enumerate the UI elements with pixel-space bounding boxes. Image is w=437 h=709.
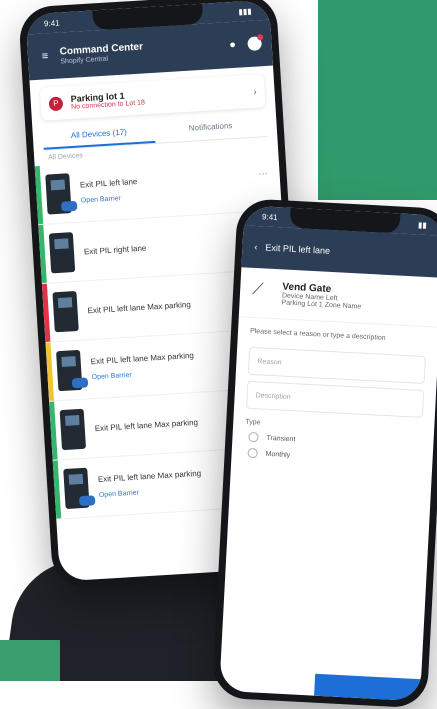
type-option-label: Transient [266, 434, 296, 443]
chevron-right-icon: › [253, 86, 257, 97]
car-icon [71, 377, 89, 389]
open-barrier-link[interactable]: Open Barrier [99, 486, 203, 499]
car-icon [60, 200, 78, 212]
background-green-wall [300, 0, 437, 200]
phone-right: 9:41 ▮▮ ‹ Exit PIL left lane ⟋ Vend Gate… [211, 198, 437, 709]
signal-icon: ▮▮▮ [238, 6, 252, 17]
device-row-label: Exit PIL left lane [79, 177, 138, 190]
app-title-block: Command Center Shopify Central [59, 36, 218, 65]
confirm-button[interactable] [314, 673, 422, 702]
status-time: 9:41 [43, 17, 60, 28]
status-time: 9:41 [261, 211, 278, 222]
status-stripe [52, 460, 62, 519]
device-row-label: Exit PIL right lane [83, 243, 147, 256]
type-option-monthly[interactable]: Monthly [247, 447, 416, 467]
radio-icon [247, 447, 258, 459]
parking-device-icon [59, 408, 87, 451]
tab-all-devices[interactable]: All Devices (17) [42, 117, 156, 150]
notification-icon[interactable]: ● [225, 38, 240, 53]
status-stripe [38, 224, 47, 284]
status-stripe [49, 401, 58, 460]
tab-notifications[interactable]: Notifications [154, 111, 267, 143]
phone-right-screen: 9:41 ▮▮ ‹ Exit PIL left lane ⟋ Vend Gate… [219, 205, 437, 702]
parking-device-icon [56, 349, 89, 392]
avatar[interactable] [247, 36, 263, 52]
reason-field[interactable]: Reason [247, 346, 426, 385]
radio-icon [248, 431, 259, 443]
device-row-label: Exit PIL left lane Max parking [90, 350, 195, 367]
back-arrow-icon[interactable]: ‹ [254, 242, 258, 252]
status-stripe [45, 342, 55, 401]
more-options-icon[interactable]: ··· [258, 168, 268, 179]
parking-icon: P [48, 95, 64, 111]
parking-device-icon [48, 232, 76, 274]
device-row-label: Exit PIL left lane Max parking [87, 299, 191, 315]
device-row-label: Exit PIL left lane Max parking [94, 417, 199, 433]
status-stripe [41, 283, 51, 342]
description-field[interactable]: Description [245, 380, 425, 418]
background-green-floor [0, 640, 60, 681]
type-option-label: Monthly [265, 450, 291, 459]
device-row-label: Exit PIL left lane Max parking [97, 468, 202, 484]
signal-icon: ▮▮ [417, 219, 428, 230]
parking-device-icon [45, 173, 78, 215]
open-barrier-link[interactable]: Open Barrier [91, 368, 195, 381]
type-option-transient[interactable]: Transient [248, 431, 417, 451]
status-stripe [34, 165, 44, 225]
gate-icon: ⟋ [251, 280, 264, 299]
parking-device-icon [63, 467, 96, 510]
parking-device-icon [52, 290, 79, 333]
open-barrier-link[interactable]: Open Barrier [81, 194, 139, 204]
page-title: Exit PIL left lane [265, 242, 331, 256]
menu-icon[interactable]: ≡ [38, 49, 53, 64]
car-icon [78, 495, 96, 507]
